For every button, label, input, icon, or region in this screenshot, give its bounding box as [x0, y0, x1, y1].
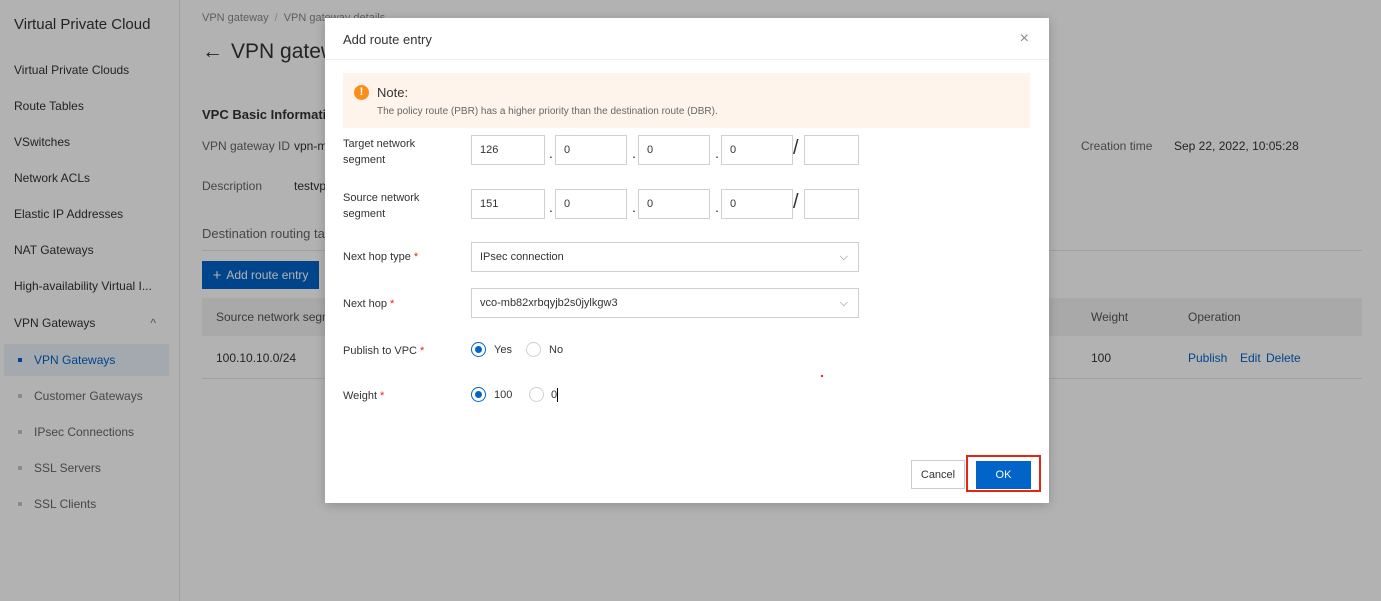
- dot-separator: .: [632, 199, 636, 215]
- required-marker: *: [380, 390, 385, 402]
- next-hop-type-label: Next hop type *: [343, 249, 418, 265]
- next-hop-type-value: IPsec connection: [480, 251, 564, 263]
- next-hop-value: vco-mb82xrbqyjb2s0jylkgw3: [480, 297, 618, 309]
- weight-label-text: Weight: [343, 390, 378, 402]
- publish-no-radio[interactable]: [526, 342, 541, 357]
- target-octet-3-input[interactable]: 0: [638, 135, 710, 165]
- source-octet-1-input[interactable]: 151: [471, 189, 545, 219]
- target-octet-1-input[interactable]: 126: [471, 135, 545, 165]
- note-title: Note:: [377, 85, 409, 100]
- warning-icon: !: [354, 85, 369, 100]
- weight-label: Weight *: [343, 388, 384, 404]
- publish-to-vpc-label-text: Publish to VPC: [343, 345, 417, 357]
- next-hop-select[interactable]: vco-mb82xrbqyjb2s0jylkgw3 ⌵: [471, 288, 859, 318]
- target-octet-2-input[interactable]: 0: [555, 135, 627, 165]
- publish-yes-radio[interactable]: [471, 342, 486, 357]
- weight-100-label[interactable]: 100: [494, 389, 512, 401]
- note-banner: ! Note: The policy route (PBR) has a hig…: [343, 73, 1030, 128]
- publish-to-vpc-label: Publish to VPC *: [343, 343, 424, 359]
- required-marker: *: [419, 345, 425, 357]
- annotation-dot: [821, 375, 823, 377]
- source-octet-3-input[interactable]: 0: [638, 189, 710, 219]
- chevron-down-icon: ⌵: [839, 251, 848, 263]
- chevron-down-icon: ⌵: [839, 297, 848, 309]
- next-hop-label: Next hop *: [343, 296, 394, 312]
- ok-button[interactable]: OK: [976, 461, 1031, 489]
- target-segment-label: Target network segment: [343, 138, 416, 166]
- dot-separator: .: [549, 145, 553, 161]
- dot-separator: .: [632, 145, 636, 161]
- next-hop-label-text: Next hop: [343, 298, 388, 310]
- target-octet-4-input[interactable]: 0: [721, 135, 793, 165]
- slash-separator: /: [793, 137, 799, 159]
- source-octet-2-input[interactable]: 0: [555, 189, 627, 219]
- add-route-entry-dialog: Add route entry × ! Note: The policy rou…: [325, 18, 1049, 503]
- source-mask-input[interactable]: [804, 189, 859, 219]
- next-hop-type-select[interactable]: IPsec connection ⌵: [471, 242, 859, 272]
- publish-yes-label[interactable]: Yes: [494, 344, 512, 356]
- dot-separator: .: [549, 199, 553, 215]
- publish-no-label[interactable]: No: [549, 344, 563, 356]
- note-text: The policy route (PBR) has a higher prio…: [377, 106, 718, 117]
- slash-separator: /: [793, 191, 799, 213]
- dot-separator: .: [715, 145, 719, 161]
- required-marker: *: [413, 251, 419, 263]
- weight-0-radio[interactable]: [529, 387, 544, 402]
- next-hop-type-label-text: Next hop type: [343, 251, 411, 263]
- required-marker: *: [390, 298, 395, 310]
- dialog-divider: [325, 59, 1049, 60]
- dialog-title: Add route entry: [343, 32, 432, 47]
- source-octet-4-input[interactable]: 0: [721, 189, 793, 219]
- source-segment-label: Source network segment: [343, 192, 420, 220]
- cancel-button[interactable]: Cancel: [911, 460, 965, 489]
- weight-100-radio[interactable]: [471, 387, 486, 402]
- dot-separator: .: [715, 199, 719, 215]
- text-cursor: [557, 388, 558, 402]
- close-icon[interactable]: ×: [1020, 30, 1029, 48]
- target-mask-input[interactable]: [804, 135, 859, 165]
